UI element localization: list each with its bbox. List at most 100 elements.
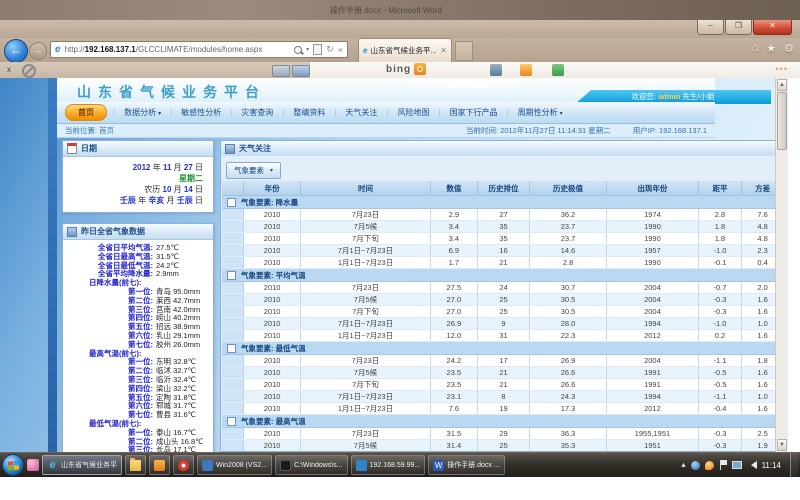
minimize-button[interactable]: – — [697, 20, 724, 35]
gear-icon[interactable]: ⚙ — [784, 42, 794, 55]
group-checkbox[interactable] — [227, 344, 236, 353]
cell: 14.6 — [530, 245, 607, 256]
compatibility-icon[interactable] — [313, 44, 322, 55]
network-icon[interactable] — [732, 461, 742, 469]
more-icon[interactable]: ••• — [776, 64, 788, 74]
table-row[interactable]: 20107月23日24.21726.92004-1.11.8 — [222, 355, 784, 367]
nav-item-5[interactable]: 整编资料 — [290, 107, 328, 118]
group-checkbox[interactable] — [227, 271, 236, 280]
star-icon[interactable]: ★ — [766, 42, 776, 55]
new-tab-button[interactable] — [455, 41, 473, 61]
nav-item-1[interactable]: 首页 — [65, 104, 107, 121]
taskbar-window-button[interactable]: C:\Windows\s... — [275, 455, 348, 475]
vertical-scrollbar[interactable]: ▲ ▼ — [775, 78, 788, 452]
group-checkbox[interactable] — [227, 417, 236, 426]
table-row[interactable]: 20107月下旬23.52126.61991-0.51.6 — [222, 379, 784, 391]
cell: 7月下旬 — [301, 379, 430, 390]
scroll-up-icon[interactable]: ▲ — [777, 79, 787, 91]
sparkle-icon[interactable] — [520, 64, 532, 76]
table-row[interactable]: 20107月下旬27.02530.52004-0.31.6 — [222, 306, 784, 318]
bing-search-icon — [414, 63, 426, 75]
url-text[interactable]: http://192.168.137.1/GLCCLIMATE/modules/… — [65, 45, 291, 54]
table-row[interactable]: 20107月1日~7月23日26.9928.01994-1.01.0 — [222, 318, 784, 330]
table-row[interactable]: 20107月5候31.42535.31951-0.31.9 — [222, 440, 784, 451]
bing-logo[interactable]: bing — [386, 63, 426, 75]
calendar-panel-header: 日期 — [63, 141, 213, 157]
table-row[interactable]: 20107月下旬3.43523.719901.84.8 — [222, 233, 784, 245]
element-filter-button[interactable]: 气象要素 ▾ — [226, 162, 281, 179]
nav-item-3[interactable]: 敏感性分析 — [178, 107, 224, 118]
address-bar[interactable]: e http://192.168.137.1/GLCCLIMATE/module… — [50, 41, 348, 58]
nav-item-4[interactable]: 灾害查询 — [238, 107, 276, 118]
volume-icon[interactable] — [747, 461, 757, 469]
taskbar-window-button[interactable]: Win2008 (VS2... — [197, 455, 272, 475]
flag-icon[interactable] — [719, 460, 727, 470]
page-viewport: 山东省气候业务平台 欢迎您: admin 先生/小姐 首页|数据分析▾|敏感性分… — [0, 78, 788, 452]
security-icon[interactable] — [705, 461, 714, 470]
cell: 7月下旬 — [301, 233, 430, 244]
table-row[interactable]: 20107月23日2.92736.219742.87.6 — [222, 209, 784, 221]
show-desktop-button[interactable] — [790, 453, 798, 478]
back-icon[interactable]: ← — [4, 39, 28, 63]
table-row[interactable]: 20107月5候3.43523.719901.84.8 — [222, 221, 784, 233]
nav-separator: | — [230, 108, 232, 117]
home-icon[interactable]: ⌂ — [752, 42, 759, 55]
card-icon[interactable] — [272, 65, 290, 77]
table-row[interactable]: 20107月5候23.52126.61991-0.51.6 — [222, 367, 784, 379]
close-toolbar-icon[interactable]: x — [7, 65, 11, 74]
close-button[interactable]: ✕ — [753, 20, 792, 35]
nav-item-6[interactable]: 天气关注 — [342, 107, 380, 118]
cell: 27.0 — [431, 294, 479, 305]
search-icon[interactable] — [294, 46, 302, 54]
nav-item-2[interactable]: 数据分析▾ — [121, 107, 164, 118]
messenger-icon[interactable] — [691, 461, 700, 470]
nav-item-7[interactable]: 风险地图 — [394, 107, 432, 118]
table-row[interactable]: 20101月1日~7月23日7.61917.32012-0.41.6 — [222, 403, 784, 415]
taskbar-window-button[interactable]: 192.168.59.99... — [351, 455, 426, 475]
maximize-button[interactable]: ❐ — [725, 20, 752, 35]
table-row[interactable]: 20107月23日31.52936.31955,1951-0.32.5 — [222, 428, 784, 440]
camera-icon[interactable] — [490, 64, 502, 76]
scrollbar-thumb[interactable] — [777, 92, 787, 150]
forward-icon[interactable]: → — [29, 42, 47, 60]
table-row[interactable]: 20107月5候27.02530.52004-0.31.6 — [222, 294, 784, 306]
close-tab-icon[interactable]: ✕ — [440, 46, 447, 55]
taskbar-window-button[interactable]: W操作手册.docx ... — [428, 455, 505, 475]
table-row[interactable]: 20107月1日~7月23日6.91614.61957-1.02.3 — [222, 245, 784, 257]
cell: 1990 — [607, 233, 698, 244]
cell: 1955,1951 — [607, 428, 698, 439]
scroll-down-icon[interactable]: ▼ — [777, 439, 787, 451]
taskbar-app-red-button[interactable] — [173, 455, 194, 475]
cell: -1.1 — [699, 355, 743, 366]
pinned-app-icon[interactable] — [27, 459, 39, 471]
cell: -0.3 — [699, 294, 743, 305]
nav-item-9[interactable]: 周期性分析▾ — [515, 107, 566, 118]
cell: 35 — [478, 233, 530, 244]
breadcrumb: 当前位置: 首页 — [65, 125, 444, 136]
puzzle-icon[interactable] — [552, 64, 564, 76]
taskbar-clock[interactable]: 11:14 — [762, 461, 781, 470]
hidden-icons-arrow[interactable]: ▴ — [682, 461, 686, 469]
table-row[interactable]: 20101月1日~7月23日12.03122.320120.21.6 — [222, 330, 784, 342]
calendar-line: 2012 年 11 月 27 日 — [67, 162, 203, 173]
chevron-down-icon[interactable]: ▾ — [306, 46, 309, 53]
column-header: 历史排位 — [478, 181, 530, 195]
calendar-line: 星期二 — [67, 173, 203, 184]
taskbar-explorer-button[interactable] — [125, 455, 146, 475]
nav-item-8[interactable]: 国家下行产品 — [447, 107, 501, 118]
mail-icon[interactable] — [292, 65, 310, 77]
table-row[interactable]: 20107月1日~7月23日23.1824.31994-1.11.0 — [222, 391, 784, 403]
browser-tab[interactable]: e 山东省气候业务平... ✕ — [358, 38, 452, 62]
table-row[interactable]: 20101月1日~7月23日1.7212.81990-0.10.4 — [222, 257, 784, 269]
cell: 2010 — [244, 330, 302, 341]
cell: 2010 — [244, 306, 302, 317]
group-checkbox[interactable] — [227, 198, 236, 207]
cell: 6.9 — [431, 245, 479, 256]
taskbar-ie-button[interactable]: e 山东省气候业务平... — [42, 455, 122, 475]
cell: 1月1日~7月23日 — [301, 330, 430, 341]
taskbar-app-orange-button[interactable] — [149, 455, 170, 475]
stop-icon[interactable]: × — [338, 45, 343, 55]
refresh-icon[interactable]: ↻ — [326, 44, 334, 55]
start-button[interactable] — [2, 454, 24, 476]
table-row[interactable]: 20107月23日27.52430.72004-0.72.0 — [222, 282, 784, 294]
